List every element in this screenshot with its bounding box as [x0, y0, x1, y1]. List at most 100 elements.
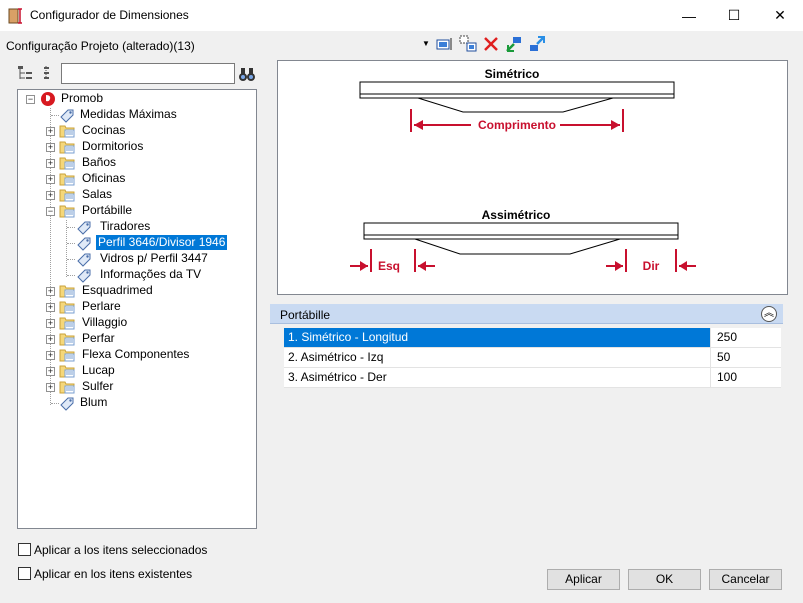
apply-selected-label: Aplicar a los itens seleccionados [34, 543, 208, 557]
tree-item-folder[interactable]: + Lucap [18, 363, 256, 379]
tree-item-folder[interactable]: + Baños [18, 155, 256, 171]
apply-selected-checkbox[interactable] [18, 543, 31, 556]
window-title: Configurador de Dimensiones [30, 8, 189, 22]
expand-toggle[interactable]: + [46, 319, 55, 328]
tree-item-informacoes-tv[interactable]: Informações da TV [18, 267, 256, 283]
export-icon[interactable] [528, 35, 546, 53]
category-label: Portábille [280, 308, 331, 322]
property-value[interactable]: 50 [717, 348, 730, 367]
tree-item-folder[interactable]: + Cocinas [18, 123, 256, 139]
title-bar: Configurador de Dimensiones — ☐ ✕ [0, 0, 803, 31]
tree-item-medidas-maximas[interactable]: Medidas Máximas [18, 107, 256, 123]
edit-icon[interactable] [436, 35, 454, 53]
left-dimension-label: Esq [378, 259, 400, 273]
tree-item-label: Perfar [82, 331, 115, 345]
tree-item-label: Tiradores [100, 219, 151, 233]
import-icon[interactable] [505, 35, 523, 53]
expand-toggle[interactable]: + [46, 127, 55, 136]
folder-icon [59, 123, 75, 139]
tag-icon [77, 221, 91, 235]
tree-connector [51, 403, 59, 404]
category-header[interactable]: Portábille ︽ [270, 304, 783, 324]
tree-search-input[interactable] [61, 63, 235, 84]
property-grid: Portábille ︽ 1. Simétrico - Longitud 250… [270, 304, 783, 388]
maximize-button[interactable]: ☐ [711, 0, 757, 31]
property-value[interactable]: 100 [717, 368, 737, 387]
expand-toggle[interactable]: + [46, 351, 55, 360]
tree-item-folder[interactable]: + Esquadrimed [18, 283, 256, 299]
tree-item-label: Dormitorios [82, 139, 144, 153]
tree-item-folder[interactable]: + Dormitorios [18, 139, 256, 155]
length-dimension-label: Comprimento [478, 118, 556, 132]
expand-toggle[interactable]: + [46, 287, 55, 296]
collapse-toggle[interactable]: − [26, 95, 35, 104]
tree-item-blum[interactable]: Blum [18, 395, 256, 411]
right-dimension-label: Dir [643, 259, 660, 273]
folder-icon [59, 139, 75, 155]
property-row[interactable]: 1. Simétrico - Longitud 250 [284, 328, 781, 348]
expand-toggle[interactable]: + [46, 175, 55, 184]
property-row[interactable]: 3. Asimétrico - Der 100 [284, 368, 781, 388]
tag-icon [77, 237, 91, 251]
folder-icon [59, 347, 75, 363]
tree-item-label: Blum [80, 395, 108, 409]
tree-item-label: Promob [61, 91, 104, 105]
tree-connector [51, 115, 59, 116]
expand-toggle[interactable]: + [46, 335, 55, 344]
minimize-button[interactable]: — [666, 0, 712, 31]
collapse-all-icon[interactable] [40, 65, 56, 81]
category-tree[interactable]: − Promob Medidas Máximas + Cocinas + Dormit… [17, 89, 257, 529]
expand-toggle[interactable]: + [46, 303, 55, 312]
configuration-selector[interactable]: Configuração Projeto (alterado)(13) [6, 39, 195, 53]
collapse-toggle[interactable]: − [46, 207, 55, 216]
collapse-category-icon[interactable]: ︽ [761, 306, 777, 322]
tree-item-label: Perlare [82, 299, 121, 313]
tree-item-folder[interactable]: + Sulfer [18, 379, 256, 395]
ok-button[interactable]: OK [628, 569, 701, 590]
expand-toggle[interactable]: + [46, 383, 55, 392]
tree-item-tiradores[interactable]: Tiradores [18, 219, 256, 235]
tree-item-folder[interactable]: + Flexa Componentes [18, 347, 256, 363]
binoculars-icon[interactable] [238, 66, 256, 82]
tree-item-promob[interactable]: − Promob [18, 91, 256, 107]
tree-item-label: Portábille [82, 203, 133, 217]
folder-icon [59, 155, 75, 171]
apply-existing-label: Aplicar en los itens existentes [34, 567, 193, 581]
cancel-button[interactable]: Cancelar [709, 569, 782, 590]
delete-icon[interactable] [482, 35, 500, 53]
apply-button[interactable]: Aplicar [547, 569, 620, 590]
close-button[interactable]: ✕ [757, 0, 803, 31]
tree-item-folder[interactable]: + Perlare [18, 299, 256, 315]
expand-all-icon[interactable] [17, 65, 33, 81]
tree-item-label: Medidas Máximas [80, 107, 177, 121]
property-row[interactable]: 2. Asimétrico - Izq 50 [284, 348, 781, 368]
profile-diagram: Simétrico Comprimento Assimétrico Esq Di… [350, 67, 696, 273]
tree-item-label: Informações da TV [100, 267, 202, 281]
expand-toggle[interactable]: + [46, 159, 55, 168]
copy-icon[interactable] [459, 35, 477, 53]
apply-existing-checkbox[interactable] [18, 567, 31, 580]
property-name: 1. Simétrico - Longitud [284, 328, 711, 347]
tree-item-folder[interactable]: + Villaggio [18, 315, 256, 331]
tree-item-folder[interactable]: + Perfar [18, 331, 256, 347]
tree-item-folder[interactable]: + Salas [18, 187, 256, 203]
tree-item-folder[interactable]: − Portábille [18, 203, 256, 219]
dimension-preview: Simétrico Comprimento Assimétrico Esq Di… [277, 60, 788, 295]
tree-connector [67, 227, 75, 228]
expand-toggle[interactable]: + [46, 143, 55, 152]
tree-item-folder[interactable]: + Oficinas [18, 171, 256, 187]
chevron-down-icon[interactable]: ▼ [422, 39, 430, 48]
tree-item-perfil-3646[interactable]: Perfil 3646/Divisor 1946 [18, 235, 256, 251]
tree-item-label: Vidros p/ Perfil 3447 [100, 251, 208, 265]
tree-item-vidros[interactable]: Vidros p/ Perfil 3447 [18, 251, 256, 267]
property-value[interactable]: 250 [717, 328, 737, 347]
folder-icon [59, 171, 75, 187]
property-name: 2. Asimétrico - Izq [284, 348, 711, 367]
dimension-app-icon [8, 8, 22, 24]
tree-connector [67, 275, 75, 276]
expand-toggle[interactable]: + [46, 367, 55, 376]
folder-icon [59, 331, 75, 347]
asymmetric-title: Assimétrico [482, 208, 551, 222]
folder-icon [59, 283, 75, 299]
expand-toggle[interactable]: + [46, 191, 55, 200]
